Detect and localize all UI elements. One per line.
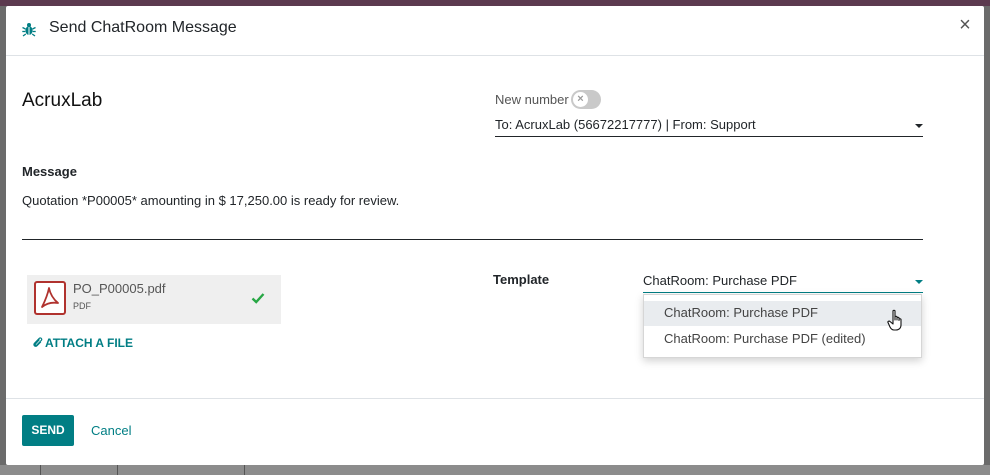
template-label: Template xyxy=(493,272,550,287)
hand-cursor-icon xyxy=(887,309,902,331)
template-option[interactable]: ChatRoom: Purchase PDF (edited) xyxy=(644,327,921,352)
cancel-button[interactable]: Cancel xyxy=(91,415,131,446)
template-dropdown: ChatRoom: Purchase PDF ChatRoom: Purchas… xyxy=(643,294,922,358)
paperclip-icon xyxy=(33,337,43,347)
attach-file-button[interactable]: ATTACH A FILE xyxy=(32,336,133,350)
message-text: Quotation *P00005* amounting in $ 17,250… xyxy=(22,193,400,208)
new-number-toggle[interactable]: × xyxy=(571,90,601,109)
to-from-value: To: AcruxLab (56672217777) | From: Suppo… xyxy=(495,117,756,132)
send-button[interactable]: SEND xyxy=(22,415,74,446)
send-chatroom-message-dialog: Send ChatRoom Message × AcruxLab New num… xyxy=(6,6,984,465)
partner-name: AcruxLab xyxy=(22,90,103,111)
caret-down-icon xyxy=(915,280,923,284)
message-label: Message xyxy=(22,164,77,179)
message-textarea[interactable]: Quotation *P00005* amounting in $ 17,250… xyxy=(22,186,923,240)
close-button[interactable]: × xyxy=(956,15,974,35)
background-tab-divider xyxy=(40,465,41,475)
bug-icon xyxy=(22,23,36,37)
caret-down-icon xyxy=(915,124,923,128)
check-icon xyxy=(251,293,265,304)
background-form-tabs xyxy=(0,465,990,475)
dialog-header: Send ChatRoom Message × xyxy=(6,6,984,56)
toggle-off-icon: × xyxy=(573,92,588,107)
new-number-label: New number xyxy=(495,92,569,107)
attachment-type: PDF xyxy=(73,301,91,311)
attach-file-label: ATTACH A FILE xyxy=(45,336,133,350)
template-option[interactable]: ChatRoom: Purchase PDF xyxy=(644,301,921,326)
background-tab-divider xyxy=(117,465,118,475)
dialog-footer: SEND Cancel xyxy=(6,398,984,465)
template-select[interactable]: ChatRoom: Purchase PDF xyxy=(643,270,923,293)
dialog-title: Send ChatRoom Message xyxy=(49,19,237,36)
attachment-card[interactable]: PO_P00005.pdf PDF xyxy=(27,275,281,324)
attachment-filename: PO_P00005.pdf xyxy=(73,281,166,296)
background-tab-divider xyxy=(244,465,245,475)
template-value: ChatRoom: Purchase PDF xyxy=(643,273,797,288)
to-from-select[interactable]: To: AcruxLab (56672217777) | From: Suppo… xyxy=(495,114,923,137)
pdf-file-icon xyxy=(34,281,66,315)
